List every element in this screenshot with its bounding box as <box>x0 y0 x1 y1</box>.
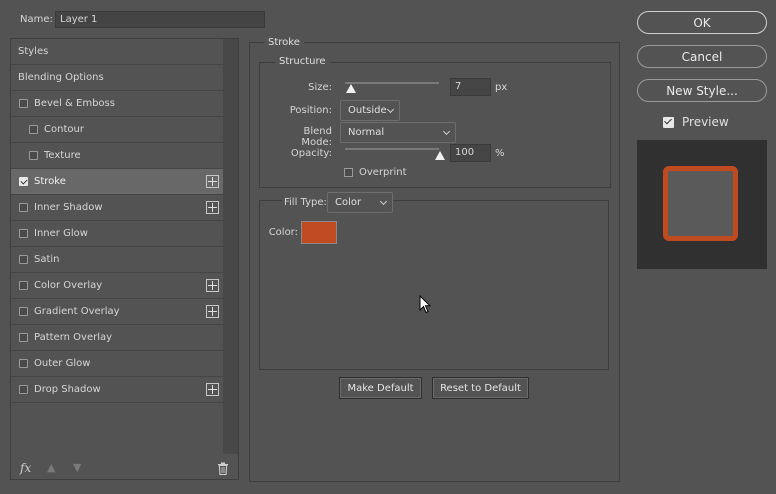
preview-toggle[interactable]: Preview <box>663 115 729 129</box>
style-item-label: Drop Shadow <box>34 384 101 395</box>
position-value: Outside <box>348 105 387 116</box>
style-checkbox[interactable] <box>19 307 28 316</box>
reset-to-default-button[interactable]: Reset to Default <box>432 377 529 399</box>
style-item-label: Texture <box>44 150 81 161</box>
make-default-button[interactable]: Make Default <box>339 377 422 399</box>
style-checkbox[interactable] <box>19 229 28 238</box>
opacity-unit: % <box>495 148 505 159</box>
size-label: Size: <box>308 82 332 93</box>
add-icon[interactable] <box>206 383 219 396</box>
style-item-inner-glow[interactable]: Inner Glow <box>11 221 223 247</box>
style-checkbox[interactable] <box>19 255 28 264</box>
chevron-down-icon <box>379 197 388 206</box>
opacity-label: Opacity: <box>290 148 332 159</box>
position-dropdown[interactable]: Outside <box>340 100 400 121</box>
fx-icon[interactable]: fx <box>20 461 31 475</box>
size-slider-thumb[interactable] <box>346 84 356 93</box>
opacity-slider-track[interactable] <box>345 148 439 150</box>
style-item-label: Color Overlay <box>34 280 103 291</box>
preview-checkbox[interactable] <box>663 116 674 128</box>
style-item-stroke[interactable]: Stroke <box>11 169 223 195</box>
chevron-down-icon <box>442 127 451 136</box>
style-item-styles[interactable]: Styles <box>11 39 223 65</box>
fill-type-dropdown[interactable]: Color <box>327 192 393 213</box>
styles-scrollbar[interactable] <box>223 39 238 454</box>
color-label: Color: <box>268 227 298 238</box>
layer-name-input[interactable] <box>55 11 265 28</box>
style-item-label: Pattern Overlay <box>34 332 113 343</box>
style-item-label: Contour <box>44 124 84 135</box>
blend-mode-label: Blend Mode: <box>301 126 332 148</box>
fill-type-value: Color <box>335 197 362 208</box>
blend-mode-value: Normal <box>348 127 385 138</box>
style-checkbox[interactable] <box>19 177 28 186</box>
color-swatch[interactable] <box>301 221 337 244</box>
overprint-box[interactable] <box>344 168 353 177</box>
style-item-label: Outer Glow <box>34 358 91 369</box>
preview-label: Preview <box>682 115 729 129</box>
style-item-bevel-emboss[interactable]: Bevel & Emboss <box>11 91 223 117</box>
add-icon[interactable] <box>206 201 219 214</box>
style-checkbox[interactable] <box>19 203 28 212</box>
cancel-button[interactable]: Cancel <box>637 45 767 68</box>
style-item-label: Inner Shadow <box>34 202 103 213</box>
preview-shape <box>663 166 738 241</box>
style-item-color-overlay[interactable]: Color Overlay <box>11 273 223 299</box>
size-input[interactable]: 7 <box>450 78 491 96</box>
overprint-label: Overprint <box>359 167 407 178</box>
style-checkbox[interactable] <box>19 99 28 108</box>
size-unit: px <box>495 82 508 93</box>
style-checkbox[interactable] <box>19 281 28 290</box>
styles-list: Styles Blending Options Bevel & Emboss Cont… <box>11 39 223 403</box>
position-label: Position: <box>289 105 332 116</box>
style-item-label: Styles <box>18 46 49 57</box>
new-style-button[interactable]: New Style... <box>637 79 767 102</box>
size-slider-track[interactable] <box>345 82 439 84</box>
stroke-title: Stroke <box>264 37 304 48</box>
style-item-pattern-overlay[interactable]: Pattern Overlay <box>11 325 223 351</box>
ok-button[interactable]: OK <box>637 11 767 34</box>
style-item-drop-shadow[interactable]: Drop Shadow <box>11 377 223 403</box>
style-checkbox[interactable] <box>19 333 28 342</box>
opacity-input[interactable]: 100 <box>450 144 491 162</box>
style-item-contour[interactable]: Contour <box>11 117 223 143</box>
style-item-satin[interactable]: Satin <box>11 247 223 273</box>
add-icon[interactable] <box>206 305 219 318</box>
move-up-icon[interactable]: ▲ <box>47 461 55 474</box>
style-checkbox[interactable] <box>29 151 38 160</box>
style-item-outer-glow[interactable]: Outer Glow <box>11 351 223 377</box>
structure-title: Structure <box>275 56 330 67</box>
style-checkbox[interactable] <box>19 385 28 394</box>
styles-panel: Styles Blending Options Bevel & Emboss Cont… <box>10 38 239 480</box>
mouse-cursor-icon <box>419 294 432 317</box>
move-down-icon[interactable]: ▼ <box>73 461 81 474</box>
add-icon[interactable] <box>206 279 219 292</box>
style-item-label: Bevel & Emboss <box>34 98 115 109</box>
style-item-blending-options[interactable]: Blending Options <box>11 65 223 91</box>
style-checkbox[interactable] <box>29 125 38 134</box>
fill-type-label: Fill Type: <box>282 197 329 208</box>
style-item-label: Blending Options <box>18 72 104 83</box>
opacity-slider-thumb[interactable] <box>435 151 445 160</box>
blend-mode-dropdown[interactable]: Normal <box>340 122 456 143</box>
style-item-label: Stroke <box>34 176 66 187</box>
name-label: Name: <box>20 14 53 25</box>
add-icon[interactable] <box>206 175 219 188</box>
style-item-label: Gradient Overlay <box>34 306 120 317</box>
style-item-label: Satin <box>34 254 60 265</box>
style-checkbox[interactable] <box>19 359 28 368</box>
style-item-inner-shadow[interactable]: Inner Shadow <box>11 195 223 221</box>
style-item-gradient-overlay[interactable]: Gradient Overlay <box>11 299 223 325</box>
overprint-checkbox[interactable]: Overprint <box>344 167 407 178</box>
style-item-texture[interactable]: Texture <box>11 143 223 169</box>
style-item-label: Inner Glow <box>34 228 88 239</box>
trash-icon[interactable] <box>217 462 229 478</box>
chevron-down-icon <box>386 105 395 114</box>
